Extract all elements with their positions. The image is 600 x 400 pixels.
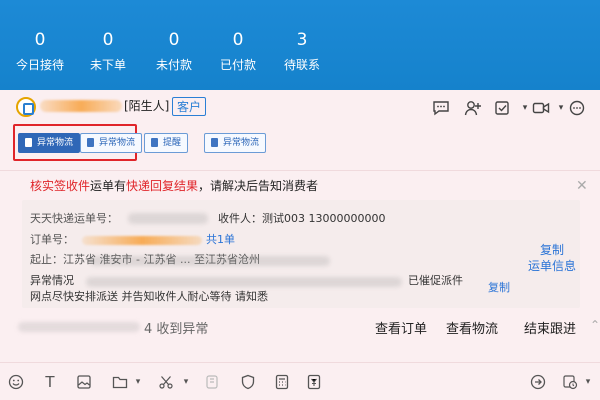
receiver-info: 收件人：测试003 13000000000 — [218, 212, 386, 225]
customer-name-blurred — [40, 100, 122, 112]
tracking-number-blurred — [128, 213, 208, 224]
chat-bubble-icon[interactable] — [432, 100, 450, 116]
copy-waybill-line-2: 运单信息 — [527, 259, 576, 273]
urged-text: 已催促派件 — [408, 274, 463, 287]
order-count[interactable]: 共1单 — [206, 233, 235, 247]
abnormal-logistics-button[interactable]: 异常物流 — [80, 133, 143, 153]
warning-text: 核实签收件运单有快递回复结果，请解决后告知消费者 — [30, 178, 318, 194]
scissors-icon[interactable] — [158, 374, 174, 390]
warn-red-1: 核实签收件 — [30, 179, 91, 193]
chevron-down-icon[interactable]: ▾ — [580, 374, 596, 390]
task-check-icon[interactable] — [494, 100, 512, 116]
history-icon[interactable] — [562, 374, 578, 390]
view-order-link[interactable]: 查看订单 — [375, 318, 427, 337]
text-format-icon[interactable]: T — [42, 374, 58, 390]
customer-tag[interactable]: 客户 — [172, 97, 207, 116]
image-icon[interactable] — [76, 374, 92, 390]
received-blurred — [18, 322, 140, 332]
copy-link[interactable]: 复制 — [488, 281, 510, 295]
video-icon[interactable] — [532, 100, 550, 116]
warn-suffix: ，请解决后告知消费者 — [198, 179, 319, 193]
avatar[interactable] — [16, 97, 36, 117]
copy-waybill-line-1: 复制 — [539, 243, 564, 257]
view-logistics-link[interactable]: 查看物流 — [446, 318, 498, 337]
stat-value: 3 — [296, 30, 308, 50]
copy-waybill-link[interactable]: 复制 运单信息 — [524, 242, 580, 274]
yen-calc-icon[interactable] — [306, 374, 322, 390]
end-follow-link[interactable]: 结束跟进 — [524, 318, 576, 337]
divider — [0, 170, 600, 171]
stranger-tag: [陌生人] — [124, 99, 170, 113]
order-number-blurred — [82, 236, 202, 245]
warn-mid: 运单有 — [90, 179, 127, 193]
exception-text: 网点尽快安排派送 并告知收件人耐心等待 请知悉 — [30, 290, 268, 303]
order-label: 订单号： — [30, 233, 74, 246]
exception-blurred — [86, 277, 402, 287]
shield-icon[interactable] — [240, 374, 256, 390]
warn-red-2: 快递回复结果 — [126, 179, 199, 193]
remind-button[interactable]: 提醒 — [144, 133, 189, 153]
abnormal-logistics-button-2[interactable]: 异常物流 — [204, 133, 267, 153]
chevron-down-icon[interactable]: ▾ — [178, 374, 194, 390]
forward-icon[interactable] — [530, 374, 546, 390]
stat-to-contact[interactable]: 3 待联系 — [262, 30, 342, 73]
received-text: 4 收到异常 — [144, 322, 209, 337]
calculator-icon[interactable] — [274, 374, 290, 390]
exception-label: 异常情况 — [30, 274, 74, 287]
chevron-down-icon[interactable]: ▾ — [130, 374, 146, 390]
abnormal-logistics-button-active[interactable]: 异常物流 — [18, 133, 81, 153]
tracking-label: 天天快递运单号： — [30, 212, 118, 225]
close-icon[interactable]: ✕ — [576, 178, 588, 194]
add-contact-icon[interactable] — [464, 100, 482, 116]
route-blurred — [90, 256, 330, 266]
more-icon[interactable] — [568, 100, 586, 116]
folder-icon[interactable] — [112, 374, 128, 390]
emoji-icon[interactable] — [8, 374, 24, 390]
stat-label: 待联系 — [283, 58, 320, 72]
scroll-marker: ⌃ — [590, 318, 600, 332]
sticker-icon[interactable] — [204, 374, 220, 390]
